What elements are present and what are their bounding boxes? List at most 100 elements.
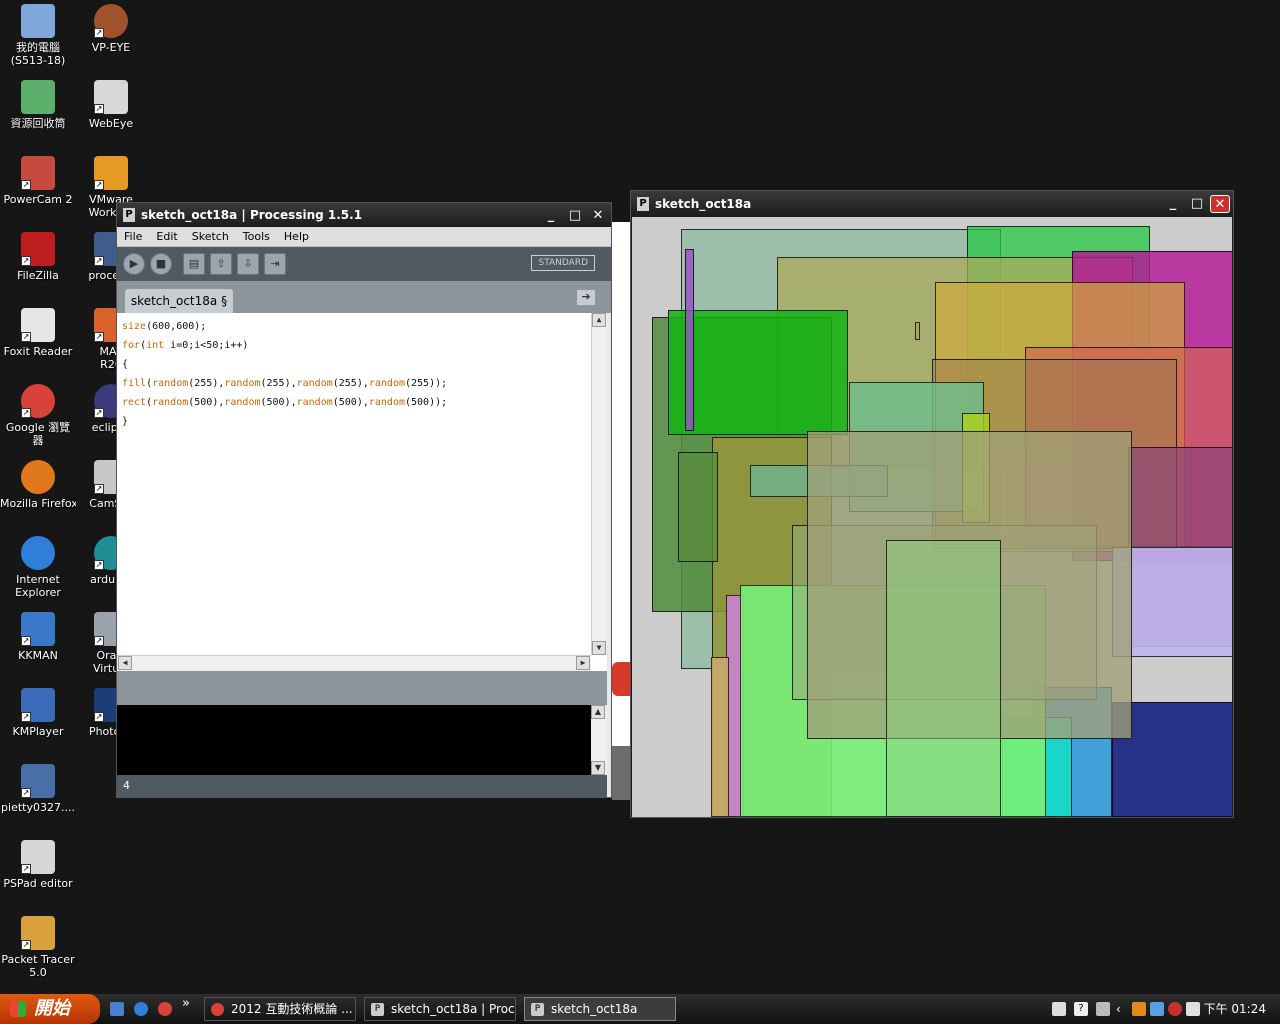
tab-row: sketch_oct18a § ➔ — [117, 281, 611, 313]
open-button[interactable]: ⇧ — [210, 253, 232, 275]
quicklaunch-folder-icon[interactable] — [110, 1002, 124, 1016]
desktop-icon-powercam[interactable]: ↗ PowerCam 2 — [0, 156, 76, 206]
code-text: size(600,600); for(int i=0;i<50;i++) { f… — [122, 321, 448, 427]
desktop-icon-internet-explorer[interactable]: Internet Explorer — [0, 536, 76, 599]
windows-logo-icon — [10, 1001, 26, 1017]
quicklaunch-ie-icon[interactable] — [134, 1002, 148, 1016]
task-chrome[interactable]: 2012 互動技術概論 ... — [204, 997, 356, 1021]
sketch-canvas[interactable] — [632, 217, 1232, 817]
desktop-icon-packet-tracer[interactable]: ↗ Packet Tracer 5.0 — [0, 916, 76, 979]
desktop-icon-my-computer[interactable]: 我的電腦 (S513-18) — [0, 4, 76, 67]
desktop-icon-firefox[interactable]: Mozilla Firefox — [0, 460, 76, 510]
task-sketch-window[interactable]: Psketch_oct18a — [524, 997, 676, 1021]
ide-toolbar: ▶ ■ ▤ ⇧ ⇩ ⇥ STANDARD — [117, 247, 611, 281]
console-area[interactable]: ▲ ▼ — [117, 705, 607, 775]
security-shield-icon[interactable] — [1168, 1002, 1182, 1016]
background-browser-window[interactable] — [612, 222, 632, 800]
keyboard-icon[interactable] — [1052, 1002, 1066, 1016]
tab-menu-arrow-icon[interactable]: ➔ — [577, 290, 595, 305]
menu-file[interactable]: File — [117, 230, 149, 243]
system-tray: ? ‹ 下午 01:24 — [1048, 994, 1280, 1024]
quicklaunch-chrome-icon[interactable] — [158, 1002, 172, 1016]
desktop-icon-chrome[interactable]: ↗ Google 瀏覽器 — [0, 384, 76, 447]
foxit-reader-icon: ↗ — [21, 308, 55, 342]
desktop-icon-foxit[interactable]: ↗ Foxit Reader — [0, 308, 76, 358]
desktop-icon-pietty[interactable]: ↗ pietty0327.... — [0, 764, 76, 814]
menu-edit[interactable]: Edit — [149, 230, 184, 243]
minimize-button[interactable]: _ — [1163, 195, 1183, 213]
quicklaunch-more-icon[interactable]: » — [182, 996, 190, 1011]
desktop-icon-vp-eye[interactable]: ↗ VP-EYE — [73, 4, 149, 54]
stop-button[interactable]: ■ — [150, 253, 172, 275]
task-processing-ide[interactable]: Psketch_oct18a | Proc... — [364, 997, 516, 1021]
menu-sketch[interactable]: Sketch — [185, 230, 236, 243]
console-scrollbar[interactable]: ▲ ▼ — [591, 705, 607, 775]
scroll-left-icon[interactable]: ◀ — [118, 656, 132, 670]
rect-shape — [915, 322, 920, 340]
gray-block — [612, 746, 632, 800]
scroll-up-icon[interactable]: ▲ — [592, 313, 606, 327]
filezilla-icon: ↗ — [21, 232, 55, 266]
run-button[interactable]: ▶ — [123, 253, 145, 275]
computer-icon — [21, 4, 55, 38]
menu-tools[interactable]: Tools — [236, 230, 277, 243]
scroll-down-icon[interactable]: ▼ — [592, 641, 606, 655]
clock[interactable]: 下午 01:24 — [1204, 994, 1266, 1024]
vp-eye-icon: ↗ — [94, 4, 128, 38]
desktop-icon-kkman[interactable]: ↗ KKMAN — [0, 612, 76, 662]
menu-help[interactable]: Help — [277, 230, 316, 243]
console-scroll-down-icon[interactable]: ▼ — [591, 761, 605, 775]
recycle-bin-icon — [21, 80, 55, 114]
mode-label[interactable]: STANDARD — [531, 255, 595, 271]
console-scroll-up-icon[interactable]: ▲ — [591, 705, 605, 719]
rect-shape — [886, 540, 1001, 817]
tray-expand-icon[interactable]: ‹ — [1116, 1002, 1130, 1016]
desktop-icon-kmplayer[interactable]: ↗ KMPlayer — [0, 688, 76, 738]
network-icon[interactable] — [1096, 1002, 1110, 1016]
kkman-icon: ↗ — [21, 612, 55, 646]
processing-ide-window[interactable]: P sketch_oct18a | Processing 1.5.1 _ □ ✕… — [116, 202, 612, 798]
editor-vertical-scrollbar[interactable]: ▲ ▼ — [591, 313, 607, 655]
desktop-icon-recycle-bin[interactable]: 資源回收筒 — [0, 80, 76, 130]
desktop-icon-webeye[interactable]: ↗ WebEye — [73, 80, 149, 130]
desktop-icon-filezilla[interactable]: ↗ FileZilla — [0, 232, 76, 282]
message-area — [117, 671, 607, 705]
firefox-icon — [21, 460, 55, 494]
editor-horizontal-scrollbar[interactable]: ◀ ▶ — [117, 655, 591, 671]
line-number-status: 4 — [117, 775, 607, 797]
new-button[interactable]: ▤ — [183, 253, 205, 275]
powercam-icon: ↗ — [21, 156, 55, 190]
processing-icon: P — [371, 1003, 384, 1016]
processing-icon: P — [531, 1003, 544, 1016]
scroll-right-icon[interactable]: ▶ — [576, 656, 590, 670]
close-button[interactable]: ✕ — [1210, 195, 1230, 213]
export-button[interactable]: ⇥ — [264, 253, 286, 275]
rect-shape — [711, 657, 729, 817]
vmware-icon: ↗ — [94, 156, 128, 190]
tray-display-icon[interactable] — [1150, 1002, 1164, 1016]
help-icon[interactable]: ? — [1074, 1002, 1088, 1016]
start-button[interactable]: 開始 — [0, 994, 100, 1024]
maximize-button[interactable]: □ — [1187, 195, 1207, 213]
sketch-titlebar[interactable]: P sketch_oct18a _ □ ✕ — [631, 191, 1233, 217]
sketch-output-window[interactable]: P sketch_oct18a _ □ ✕ — [630, 190, 1234, 818]
chrome-icon — [211, 1003, 224, 1016]
menu-bar: File Edit Sketch Tools Help — [117, 227, 611, 247]
desktop-icon-pspad[interactable]: ↗ PSPad editor — [0, 840, 76, 890]
webeye-icon: ↗ — [94, 80, 128, 114]
save-button[interactable]: ⇩ — [237, 253, 259, 275]
volume-icon[interactable] — [1186, 1002, 1200, 1016]
window-title: sketch_oct18a | Processing 1.5.1 — [141, 208, 363, 222]
minimize-button[interactable]: _ — [541, 207, 561, 225]
close-button[interactable]: ✕ — [588, 207, 608, 225]
rect-shape — [668, 310, 848, 435]
ide-titlebar[interactable]: P sketch_oct18a | Processing 1.5.1 _ □ ✕ — [117, 203, 611, 227]
rect-shape — [685, 249, 694, 431]
processing-icon: P — [637, 197, 649, 211]
red-banner — [612, 662, 630, 696]
tab-sketch[interactable]: sketch_oct18a § — [125, 289, 233, 313]
internet-explorer-icon — [21, 536, 55, 570]
tray-app-icon[interactable] — [1132, 1002, 1146, 1016]
maximize-button[interactable]: □ — [565, 207, 585, 225]
code-editor[interactable]: size(600,600); for(int i=0;i<50;i++) { f… — [117, 313, 607, 671]
